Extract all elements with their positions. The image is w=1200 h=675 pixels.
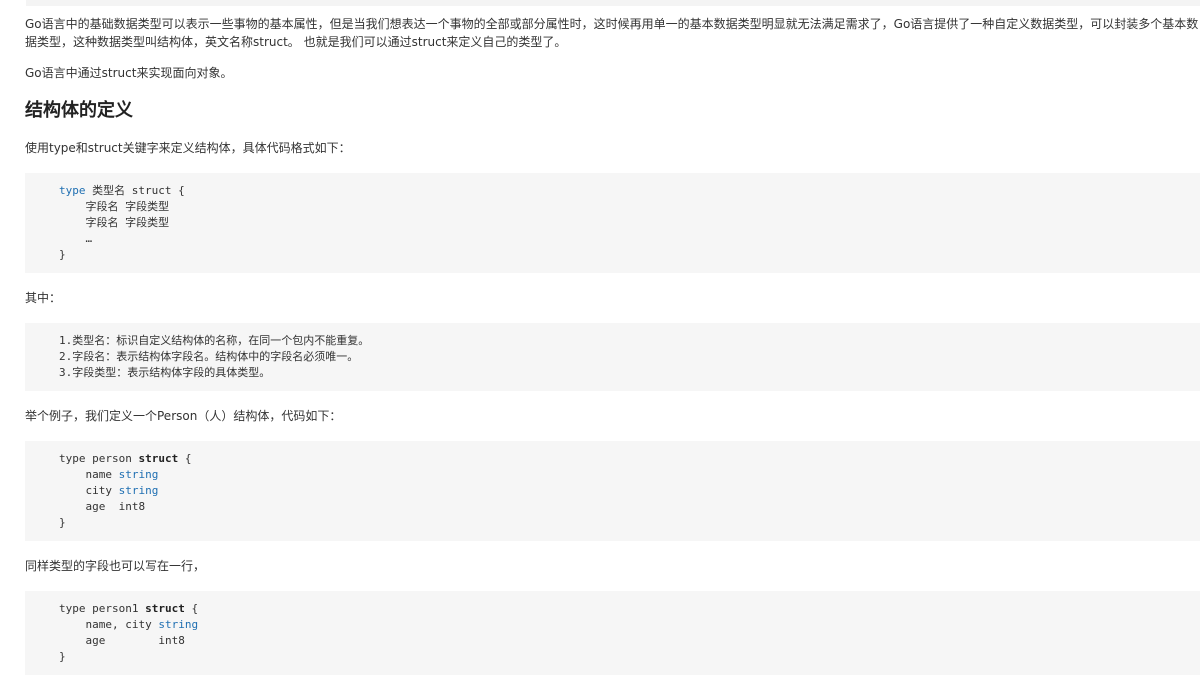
oop-paragraph: Go语言中通过struct来实现面向对象。 [25, 66, 233, 80]
code-type: string [118, 484, 159, 497]
code-text: type person1 [59, 602, 146, 615]
code-text: name [59, 468, 119, 481]
code-line: 字段名 字段类型 [59, 200, 170, 213]
code-keyword: struct [145, 602, 185, 615]
code-keyword: type [59, 184, 86, 197]
code-line: name string [59, 467, 1200, 483]
code-line: age int8 [59, 500, 146, 513]
code-line: city string [59, 483, 1200, 499]
code-line: type person1 struct { [59, 601, 1200, 617]
top-divider [26, 0, 1200, 6]
code-block-person: type person struct { name string city st… [25, 441, 1200, 541]
code-line: } [59, 516, 66, 529]
code-keyword: struct [138, 452, 179, 465]
code-line: type 类型名 struct { [59, 183, 1200, 199]
section-heading: 结构体的定义 [25, 100, 133, 121]
code-line: age int8 [59, 634, 185, 647]
code-line: 字段名 字段类型 [59, 216, 170, 229]
code-line: 1.类型名：标识自定义结构体的名称，在同一个包内不能重复。 [59, 334, 370, 347]
code-text: city [59, 484, 119, 497]
code-type: string [118, 468, 159, 481]
article-body: Go语言中的基础数据类型可以表示一些事物的基本属性，但是当我们想表达一个事物的全… [25, 15, 1200, 675]
code-text: { [184, 602, 199, 615]
code-line: type person struct { [59, 451, 1200, 467]
code-text: 类型名 struct { [85, 184, 185, 197]
example-intro-paragraph: 举个例子，我们定义一个Person（人）结构体，代码如下： [25, 409, 342, 423]
code-line: name, city string [59, 617, 1200, 633]
where-label: 其中： [25, 291, 62, 305]
code-line: } [59, 248, 66, 261]
code-text: type person [59, 452, 139, 465]
code-type: string [158, 618, 199, 631]
intro-paragraph: Go语言中的基础数据类型可以表示一些事物的基本属性，但是当我们想表达一个事物的全… [25, 17, 1199, 49]
define-intro-paragraph: 使用type和struct关键字来定义结构体，具体代码格式如下： [25, 141, 351, 155]
code-line: … [59, 232, 93, 245]
code-text: name, city [59, 618, 159, 631]
code-line: 3.字段类型：表示结构体字段的具体类型。 [59, 366, 271, 379]
code-text: { [178, 452, 192, 465]
code-block-notes: 1.类型名：标识自定义结构体的名称，在同一个包内不能重复。 2.字段名：表示结构体… [25, 323, 1200, 391]
code-block-definition: type 类型名 struct { 字段名 字段类型 字段名 字段类型 …} [25, 173, 1200, 273]
code-line: 2.字段名：表示结构体字段名。结构体中的字段名必须唯一。 [59, 350, 359, 363]
code-block-person1: type person1 struct { name, city string … [25, 591, 1200, 675]
same-type-paragraph: 同样类型的字段也可以写在一行， [25, 559, 206, 573]
